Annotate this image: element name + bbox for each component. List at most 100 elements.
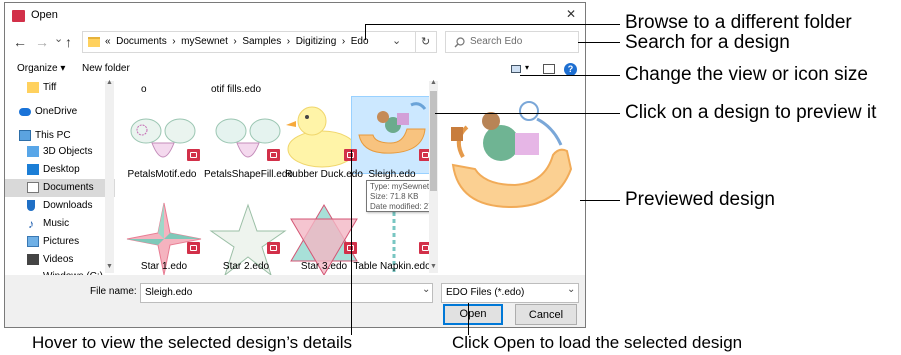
file-name-dropdown-icon[interactable]: ⌄ xyxy=(422,284,430,295)
breadcrumb-overflow[interactable]: « xyxy=(105,36,111,47)
scroll-up-icon[interactable]: ▲ xyxy=(106,79,113,86)
tooltip-modified: Date modified: 27/04/2015 17:22 xyxy=(370,202,433,211)
sidebar-item-label: 3D Objects xyxy=(43,146,93,157)
picture-icon xyxy=(27,236,39,247)
open-button[interactable]: Open xyxy=(443,304,503,325)
file-label-partial: o xyxy=(141,84,147,95)
file-name[interactable]: Table Napkin.edo xyxy=(351,261,433,273)
navigation-pane: Tiff OneDrive This PC 3D Objects Desktop… xyxy=(5,79,115,282)
preview-pane-icon[interactable] xyxy=(543,64,555,74)
sidebar-item-label: Tiff xyxy=(43,82,57,93)
sidebar-item-label: Pictures xyxy=(43,236,80,247)
view-options-icon[interactable] xyxy=(511,65,521,73)
command-bar: Organize ▾ New folder ▾ ? xyxy=(5,58,585,80)
file-name[interactable]: PetalsShapeFill.edo xyxy=(204,169,293,181)
sidebar-scrollbar[interactable]: ▲ ▼ xyxy=(105,79,114,273)
file-name-label: File name: xyxy=(90,286,137,297)
callout-line-hover xyxy=(351,150,352,335)
sidebar-item-videos[interactable]: Videos xyxy=(5,251,115,269)
sidebar-item-tiff[interactable]: Tiff xyxy=(5,79,115,97)
callout-previewed: Previewed design xyxy=(625,189,775,210)
crumb-separator[interactable]: › xyxy=(233,36,236,47)
callout-hover: Hover to view the selected design’s deta… xyxy=(32,333,353,352)
file-type-badge-icon xyxy=(267,242,280,254)
callout-line-search xyxy=(578,42,620,43)
window-title: Open xyxy=(31,9,58,21)
callout-search: Search for a design xyxy=(625,32,790,53)
view-dropdown-icon[interactable]: ▾ xyxy=(525,63,529,72)
callout-line-browse xyxy=(365,24,620,25)
footer: File name: Sleigh.edo ⌄ EDO Files (*.edo… xyxy=(5,275,585,327)
file-details-tooltip: Type: mySewnet Design Outline Size: 71.8… xyxy=(366,180,433,212)
file-type-badge-icon xyxy=(267,149,280,161)
sidebar-item-3d-objects[interactable]: 3D Objects xyxy=(5,143,115,161)
callout-line-view xyxy=(520,75,620,76)
refresh-button[interactable]: ↻ xyxy=(416,31,437,53)
close-icon[interactable]: ✕ xyxy=(566,7,576,21)
sidebar-item-downloads[interactable]: Downloads xyxy=(5,197,115,215)
crumb-documents[interactable]: Documents xyxy=(116,36,167,47)
sidebar-item-pictures[interactable]: Pictures xyxy=(5,233,115,251)
refresh-icon: ↻ xyxy=(421,36,431,48)
file-name-input[interactable]: Sleigh.edo xyxy=(140,283,433,303)
callout-browse: Browse to a different folder xyxy=(625,12,852,33)
crumb-digitizing[interactable]: Digitizing xyxy=(296,36,337,47)
file-type-dropdown-icon[interactable]: ⌄ xyxy=(567,284,575,295)
forward-arrow-icon[interactable]: → xyxy=(35,34,49,50)
search-placeholder: Search Edo xyxy=(470,36,523,47)
sidebar-item-documents[interactable]: Documents xyxy=(5,179,115,197)
tooltip-size: Size: 71.8 KB xyxy=(370,192,419,201)
sidebar-item-label: OneDrive xyxy=(35,106,78,117)
download-icon xyxy=(27,200,35,211)
scroll-down-icon[interactable]: ▼ xyxy=(106,263,113,270)
sidebar-item-label: Videos xyxy=(43,254,74,265)
up-arrow-icon[interactable]: ↑ xyxy=(65,34,72,50)
scroll-down-icon[interactable]: ▼ xyxy=(430,263,437,270)
crumb-samples[interactable]: Samples xyxy=(242,36,281,47)
back-arrow-icon[interactable]: ← xyxy=(13,34,27,50)
open-dialog: Open ✕ ← → ⌄ ↑ « Documents › mySewnet › … xyxy=(4,2,586,328)
folder-icon xyxy=(27,82,39,93)
file-list-scrollbar[interactable]: ▲ ▼ xyxy=(429,79,438,273)
sidebar-item-label: Desktop xyxy=(43,164,80,175)
app-icon xyxy=(12,10,25,22)
file-name[interactable]: PetalsMotif.edo xyxy=(121,169,203,181)
new-folder-button[interactable]: New folder xyxy=(82,63,130,74)
organize-menu[interactable]: Organize ▾ xyxy=(17,63,65,74)
cube-icon xyxy=(27,146,39,157)
file-type-badge-icon xyxy=(187,149,200,161)
callout-line-browse xyxy=(365,24,366,40)
petals-shape-fill-thumbnail[interactable] xyxy=(207,101,289,179)
file-name[interactable]: Star 2.edo xyxy=(205,261,287,273)
folder-icon xyxy=(88,37,100,47)
file-list: o otif fills.edo PetalsMotif.edo PetalsS… xyxy=(117,79,433,275)
computer-icon xyxy=(19,130,31,141)
scroll-up-icon[interactable]: ▲ xyxy=(430,79,437,86)
crumb-separator[interactable]: › xyxy=(342,36,345,47)
crumb-separator[interactable]: › xyxy=(172,36,175,47)
callout-line-open xyxy=(468,303,469,335)
sidebar-item-desktop[interactable]: Desktop xyxy=(5,161,115,179)
scroll-thumb[interactable] xyxy=(430,91,437,191)
callout-line-previewed xyxy=(580,200,620,201)
sidebar-item-music[interactable]: ♪ Music xyxy=(5,215,115,233)
document-icon xyxy=(27,182,39,193)
search-icon xyxy=(454,37,465,48)
sidebar-item-label: Documents xyxy=(43,182,94,193)
sleigh-thumbnail[interactable] xyxy=(353,95,433,173)
search-box[interactable]: Search Edo xyxy=(445,31,579,53)
callout-view: Change the view or icon size xyxy=(625,64,868,85)
file-name[interactable]: Star 1.edo xyxy=(123,261,205,273)
file-type-select[interactable]: EDO Files (*.edo) xyxy=(441,283,579,303)
file-label-partial: otif fills.edo xyxy=(211,84,262,95)
crumb-separator[interactable]: › xyxy=(287,36,290,47)
address-dropdown-icon[interactable]: ⌄ xyxy=(392,34,401,47)
recent-locations-icon[interactable]: ⌄ xyxy=(54,32,63,45)
sidebar-item-label: Music xyxy=(43,218,70,229)
title-bar: Open ✕ xyxy=(5,3,585,29)
crumb-mysewnet[interactable]: mySewnet xyxy=(181,36,228,47)
sidebar-item-onedrive[interactable]: OneDrive xyxy=(5,103,115,121)
cancel-button[interactable]: Cancel xyxy=(515,304,577,325)
petals-motif-thumbnail[interactable] xyxy=(122,101,204,179)
video-icon xyxy=(27,254,39,265)
